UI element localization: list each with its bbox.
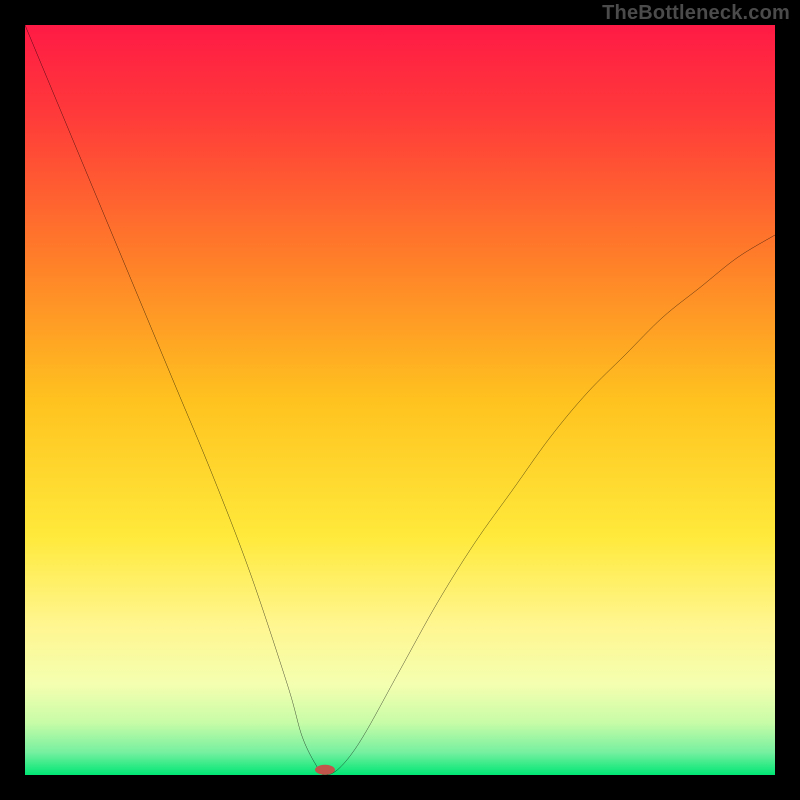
bottleneck-chart bbox=[25, 25, 775, 775]
watermark-text: TheBottleneck.com bbox=[602, 2, 790, 25]
plot-background bbox=[25, 25, 775, 775]
optimal-point-marker bbox=[315, 765, 335, 775]
chart-frame: TheBottleneck.com bbox=[0, 0, 800, 800]
